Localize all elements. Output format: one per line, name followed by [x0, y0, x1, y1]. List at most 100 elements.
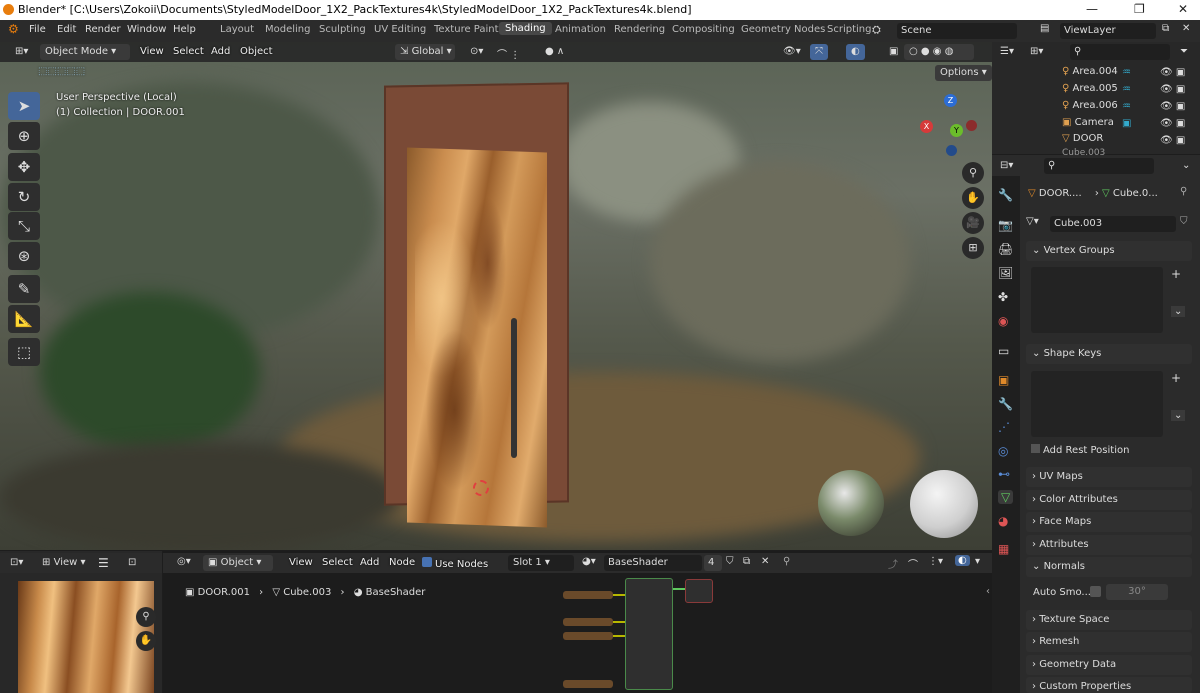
- outliner-data-icons[interactable]: ♒ ♒ ♒ ▣: [1122, 64, 1131, 132]
- options-dropdown[interactable]: Options ▾: [935, 65, 992, 81]
- node-editor-type-icon[interactable]: ◎▾: [177, 556, 191, 567]
- outliner-item-area005[interactable]: ♀ Area.005: [1062, 83, 1118, 94]
- properties-editor-icon[interactable]: ⊟▾: [1000, 160, 1013, 171]
- overlay-toggle-icon[interactable]: ◐: [955, 555, 970, 566]
- remove-icon[interactable]: ✕: [1182, 23, 1190, 34]
- properties-search-input[interactable]: ⚲: [1044, 158, 1154, 174]
- texture-space-panel[interactable]: › Texture Space: [1026, 610, 1192, 630]
- menu-render[interactable]: Render: [85, 24, 121, 35]
- duplicate-material-icon[interactable]: ⧉: [743, 556, 750, 567]
- view-layer-field[interactable]: ViewLayer: [1060, 23, 1156, 39]
- remesh-panel[interactable]: › Remesh: [1026, 632, 1192, 652]
- view-layer-tab-icon[interactable]: 🖼: [998, 266, 1013, 280]
- tab-compositing[interactable]: Compositing: [672, 24, 735, 35]
- unlink-material-icon[interactable]: ✕: [761, 556, 769, 567]
- image-texture-node[interactable]: [563, 680, 613, 688]
- image-editor-type-icon[interactable]: ⊡▾: [10, 557, 23, 568]
- image-browse-icon[interactable]: ⊡: [128, 557, 136, 568]
- vertex-groups-list[interactable]: [1031, 267, 1163, 333]
- image-texture-node[interactable]: [563, 618, 613, 626]
- close-icon[interactable]: ✕: [1178, 2, 1188, 16]
- outliner-item-area006[interactable]: ♀ Area.006: [1062, 100, 1118, 111]
- tab-sculpting[interactable]: Sculpting: [319, 24, 366, 35]
- auto-smooth-angle-field[interactable]: 30°: [1106, 584, 1168, 600]
- copy-icon[interactable]: ⧉: [1162, 23, 1169, 34]
- face-maps-panel[interactable]: › Face Maps: [1026, 512, 1192, 532]
- tab-layout[interactable]: Layout: [220, 24, 254, 35]
- node-menu-node[interactable]: Node: [389, 557, 415, 568]
- outliner-item-door[interactable]: ▽ DOOR: [1062, 133, 1103, 144]
- attributes-panel[interactable]: › Attributes: [1026, 535, 1192, 555]
- filter-icon[interactable]: ⏷: [1180, 46, 1188, 57]
- tool-measure[interactable]: 📐: [8, 305, 40, 333]
- image-editor[interactable]: ⊡▾ ⊞ View ▾ ☰ ⊡ ⚲ ✋: [0, 551, 162, 693]
- outliner-item-camera[interactable]: ▣ Camera: [1062, 117, 1114, 128]
- outliner-editor-icon[interactable]: ☰▾: [1000, 46, 1014, 57]
- orientation-selector[interactable]: ⇲ Global ▾: [395, 44, 455, 60]
- proportional-icon[interactable]: ● ∧: [540, 44, 569, 60]
- physics-tab-icon[interactable]: ◎: [998, 444, 1008, 458]
- world-tab-icon[interactable]: ◉: [998, 314, 1008, 328]
- snap-options-icon[interactable]: ⋮▾: [928, 556, 943, 567]
- fake-user-shield-icon[interactable]: ⛉: [1180, 216, 1188, 227]
- maximize-icon[interactable]: ❐: [1134, 2, 1145, 16]
- object-tab-icon[interactable]: ▣: [998, 373, 1009, 387]
- grid-ortho-icon[interactable]: ⊞: [962, 237, 984, 259]
- chevron-down-icon[interactable]: ⌄: [1182, 160, 1190, 171]
- shading-mode-buttons[interactable]: ○ ● ◉ ◍: [904, 44, 974, 60]
- blender-menu-icon[interactable]: ⚙: [8, 22, 19, 36]
- tool-add-cube[interactable]: ⬚: [8, 338, 40, 366]
- gizmo-neg-x[interactable]: [966, 120, 977, 131]
- viewport-menu-view[interactable]: View: [140, 46, 164, 57]
- mode-selector[interactable]: Object Mode ▾: [40, 44, 130, 60]
- texture-tab-icon[interactable]: ▦: [998, 542, 1009, 556]
- hamburger-menu-icon[interactable]: ☰: [98, 556, 109, 570]
- material-name-field[interactable]: BaseShader: [604, 555, 702, 571]
- modifier-tab-icon[interactable]: 🔧: [998, 397, 1013, 411]
- shape-keys-panel[interactable]: ⌄ Shape Keys: [1026, 344, 1192, 364]
- zoom-icon[interactable]: ⚲: [136, 607, 156, 627]
- material-users-count[interactable]: 4: [704, 555, 722, 571]
- visibility-icon[interactable]: 👁▾: [778, 44, 806, 60]
- node-menu-select[interactable]: Select: [322, 557, 353, 568]
- shape-keys-list[interactable]: [1031, 371, 1163, 437]
- pan-hand-icon[interactable]: ✋: [962, 187, 984, 209]
- pan-hand-icon[interactable]: ✋: [136, 631, 156, 651]
- tab-geometry-nodes[interactable]: Geometry Nodes: [741, 24, 825, 35]
- tool-cursor[interactable]: ⊕: [8, 122, 40, 150]
- visibility-eye-icons[interactable]: 👁 ▣ 👁 ▣ 👁 ▣ 👁 ▣ 👁 ▣: [1160, 64, 1185, 149]
- render-tab-icon[interactable]: 📷: [998, 218, 1013, 232]
- minimize-icon[interactable]: —: [1086, 2, 1098, 16]
- menu-window[interactable]: Window: [127, 24, 166, 35]
- tool-scale[interactable]: ⤡: [8, 212, 40, 240]
- vertex-group-menu-icon[interactable]: ⌄: [1171, 306, 1186, 317]
- tab-rendering[interactable]: Rendering: [614, 24, 665, 35]
- shader-type-selector[interactable]: ▣ Object ▾: [203, 555, 273, 571]
- node-menu-view[interactable]: View: [289, 557, 313, 568]
- tab-shading[interactable]: Shading: [499, 22, 552, 35]
- gizmo-x-axis[interactable]: X: [920, 120, 933, 133]
- outliner-item-area004[interactable]: ♀ Area.004: [1062, 66, 1118, 77]
- tool-rotate[interactable]: ↻: [8, 183, 40, 211]
- viewport-menu-add[interactable]: Add: [211, 46, 230, 57]
- principled-bsdf-node[interactable]: [625, 578, 673, 690]
- add-shape-key-icon[interactable]: +: [1171, 371, 1181, 385]
- normals-panel[interactable]: ⌄ Normals: [1026, 557, 1192, 577]
- menu-help[interactable]: Help: [173, 24, 196, 35]
- shape-key-menu-icon[interactable]: ⌄: [1171, 410, 1186, 421]
- editor-type-icon[interactable]: ⊞▾: [10, 44, 33, 60]
- snap-icon[interactable]: ⌒: [908, 556, 918, 571]
- custom-properties-panel[interactable]: › Custom Properties: [1026, 677, 1192, 693]
- parent-node-tree-icon[interactable]: ⤴: [888, 556, 898, 571]
- gizmo-z-axis[interactable]: Z: [944, 94, 957, 107]
- tab-uv-editing[interactable]: UV Editing: [374, 24, 426, 35]
- xray-icon[interactable]: ▣: [884, 44, 903, 60]
- selection-mode-icons[interactable]: ⬚⬚⬚⬚⬚: [38, 66, 85, 77]
- tab-modeling[interactable]: Modeling: [265, 24, 311, 35]
- viewport-menu-select[interactable]: Select: [173, 46, 204, 57]
- tool-tab-icon[interactable]: 🔧: [998, 188, 1013, 202]
- material-browse-icon[interactable]: ◕▾: [582, 556, 596, 567]
- tool-annotate[interactable]: ✎: [8, 275, 40, 303]
- display-mode-icon[interactable]: ⊞▾: [1030, 46, 1043, 57]
- constraints-tab-icon[interactable]: ⊷: [998, 467, 1010, 481]
